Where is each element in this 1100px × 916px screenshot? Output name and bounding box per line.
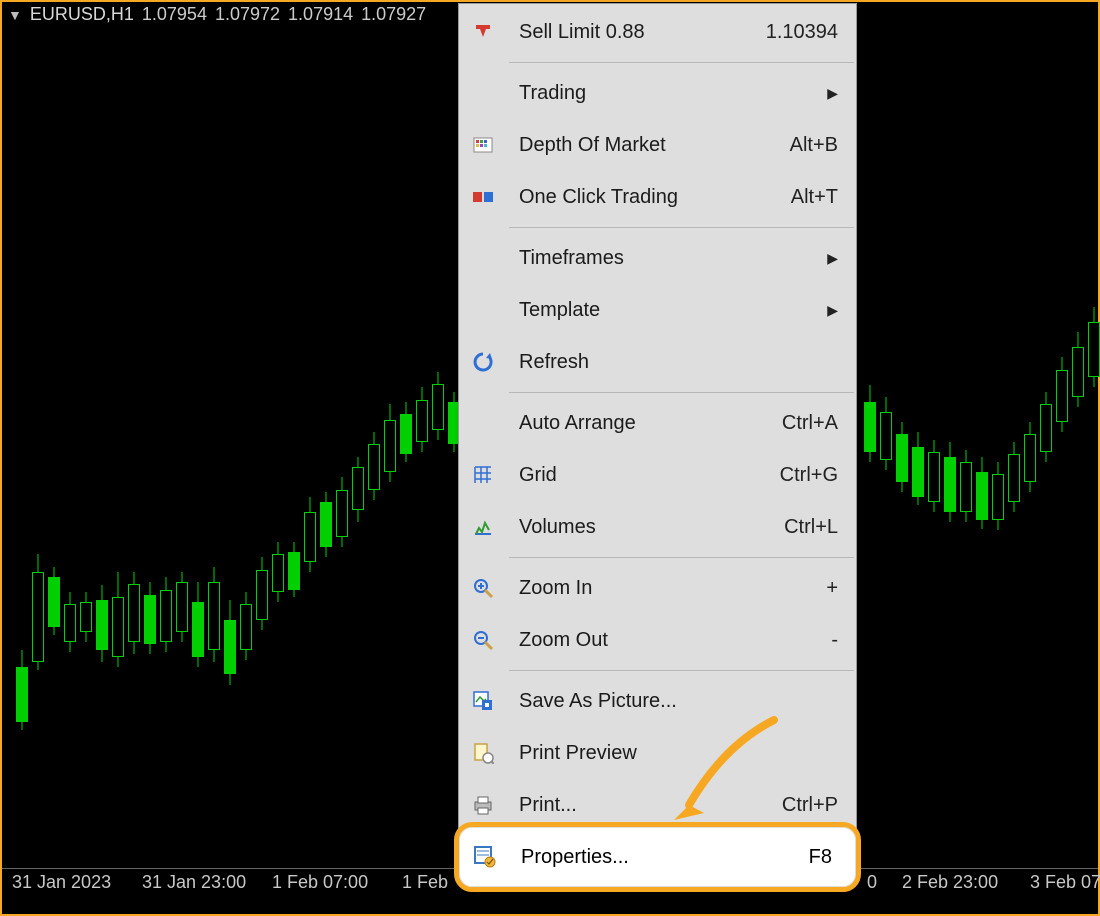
blank-icon	[469, 296, 497, 324]
chart-context-menu[interactable]: Sell Limit 0.881.10394Trading▶Depth Of M…	[458, 3, 857, 832]
menu-item-label: Print...	[519, 794, 758, 817]
menu-item-timeframes[interactable]: Timeframes▶	[459, 232, 856, 284]
menu-item-template[interactable]: Template▶	[459, 284, 856, 336]
blank-icon	[469, 244, 497, 272]
zoom-in-icon	[469, 574, 497, 602]
grid-icon	[469, 461, 497, 489]
menu-item-print-prev[interactable]: Print Preview	[459, 727, 856, 779]
menu-item-shortcut: Alt+T	[758, 186, 838, 209]
menu-item-sell-limit[interactable]: Sell Limit 0.881.10394	[459, 6, 856, 58]
menu-item-save-pic[interactable]: Save As Picture...	[459, 675, 856, 727]
menu-item-label: One Click Trading	[519, 186, 758, 209]
axis-tick-label: 1 Feb	[402, 872, 448, 893]
menu-item-shortcut: -	[758, 629, 838, 652]
print-icon	[469, 791, 497, 819]
print-prev-icon	[469, 739, 497, 767]
blank-icon	[469, 409, 497, 437]
save-pic-icon	[469, 687, 497, 715]
menu-item-zoom-in[interactable]: Zoom In+	[459, 562, 856, 614]
refresh-icon	[469, 348, 497, 376]
menu-item-zoom-out[interactable]: Zoom Out-	[459, 614, 856, 666]
menu-item-shortcut: Ctrl+A	[758, 412, 838, 435]
menu-separator	[509, 227, 854, 228]
menu-separator	[509, 62, 854, 63]
menu-item-label: Auto Arrange	[519, 412, 758, 435]
menu-item-refresh[interactable]: Refresh	[459, 336, 856, 388]
axis-tick-label: 1 Feb 07:00	[272, 872, 368, 893]
menu-item-label: Print Preview	[519, 742, 838, 765]
menu-item-shortcut: +	[758, 577, 838, 600]
menu-separator	[509, 670, 854, 671]
menu-item-label: Template	[519, 299, 827, 322]
menu-item-label: Timeframes	[519, 247, 827, 270]
submenu-arrow-icon: ▶	[827, 85, 838, 102]
menu-item-shortcut: Ctrl+L	[758, 516, 838, 539]
blank-icon	[469, 79, 497, 107]
menu-item-label: Save As Picture...	[519, 690, 838, 713]
menu-item-label: Refresh	[519, 351, 838, 374]
menu-item-label: Volumes	[519, 516, 758, 539]
menu-separator	[509, 557, 854, 558]
axis-tick-label: 0	[867, 872, 877, 893]
submenu-arrow-icon: ▶	[827, 302, 838, 319]
menu-item-depth[interactable]: Depth Of MarketAlt+B	[459, 119, 856, 171]
menu-item-one-click[interactable]: One Click TradingAlt+T	[459, 171, 856, 223]
menu-item-label: Zoom Out	[519, 629, 758, 652]
menu-item-label: Zoom In	[519, 577, 758, 600]
menu-item-label: Depth Of Market	[519, 134, 758, 157]
menu-item-label: Sell Limit 0.88	[519, 21, 758, 44]
menu-item-shortcut: F8	[809, 846, 856, 869]
menu-item-shortcut: Ctrl+G	[758, 464, 838, 487]
submenu-arrow-icon: ▶	[827, 250, 838, 267]
menu-item-trading[interactable]: Trading▶	[459, 67, 856, 119]
menu-item-volumes[interactable]: VolumesCtrl+L	[459, 501, 856, 553]
menu-item-label: Properties...	[521, 846, 809, 869]
axis-tick-label: 31 Jan 2023	[12, 872, 111, 893]
menu-item-shortcut: Ctrl+P	[758, 794, 838, 817]
properties-icon	[471, 843, 499, 871]
menu-item-shortcut: 1.10394	[758, 21, 838, 44]
chart-window[interactable]: ▼ EURUSD,H1 1.07954 1.07972 1.07914 1.07…	[0, 0, 1100, 916]
menu-item-label: Grid	[519, 464, 758, 487]
axis-tick-label: 2 Feb 23:00	[902, 872, 998, 893]
menu-item-properties-highlighted[interactable]: Properties... F8	[454, 822, 861, 892]
axis-tick-label: 31 Jan 23:00	[142, 872, 246, 893]
menu-item-auto-arrange[interactable]: Auto ArrangeCtrl+A	[459, 397, 856, 449]
one-click-icon	[469, 183, 497, 211]
volumes-icon	[469, 513, 497, 541]
menu-item-label: Trading	[519, 82, 827, 105]
menu-item-shortcut: Alt+B	[758, 134, 838, 157]
depth-grid-icon	[469, 131, 497, 159]
menu-item-grid[interactable]: GridCtrl+G	[459, 449, 856, 501]
menu-separator	[509, 392, 854, 393]
zoom-out-icon	[469, 626, 497, 654]
arrow-down-red-icon	[469, 18, 497, 46]
axis-tick-label: 3 Feb 07	[1030, 872, 1100, 893]
